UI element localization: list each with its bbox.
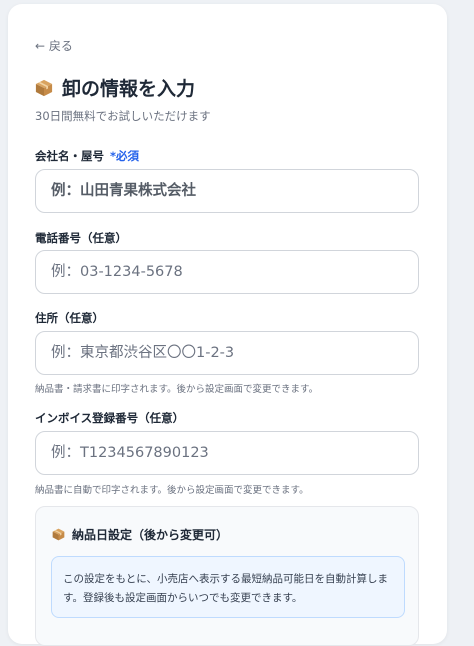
delivery-settings-header: 納品日設定（後から変更可） <box>52 526 228 543</box>
page-header: 卸の情報を入力 <box>35 74 195 101</box>
package-box-icon <box>52 528 65 541</box>
invoice-label: インボイス登録番号（任意） <box>35 411 185 425</box>
delivery-settings-section: 納品日設定（後から変更可） この設定をもとに、小売店へ表示する最短納品可能日を自… <box>35 506 419 646</box>
address-label: 住所（任意） <box>35 311 104 325</box>
page-subtitle: 30日間無料でお試しいただけます <box>35 109 211 123</box>
page-title: 卸の情報を入力 <box>62 78 196 100</box>
phone-input[interactable] <box>35 250 419 294</box>
required-mark: *必須 <box>110 149 140 163</box>
package-box-icon <box>35 79 53 96</box>
delivery-settings-title: 納品日設定（後から変更可） <box>72 528 229 542</box>
address-hint: 納品書・請求書に印字されます。後から設定画面で変更できます。 <box>35 384 319 395</box>
invoice-number-input[interactable] <box>35 431 419 475</box>
invoice-hint: 納品書に自動で印字されます。後から設定画面で変更できます。 <box>35 485 309 496</box>
delivery-info-box: この設定をもとに、小売店へ表示する最短納品可能日を自動計算します。登録後も設定画… <box>51 556 405 618</box>
phone-label: 電話番号（任意） <box>35 231 127 245</box>
company-name-input[interactable] <box>35 169 419 213</box>
address-input[interactable] <box>35 331 419 375</box>
back-link[interactable]: ← 戻る <box>35 37 73 54</box>
form-card: ← 戻る 卸の情報を入力 30日間無料でお試しいただけます 会社名・屋号 *必須… <box>8 4 447 646</box>
company-label: 会社名・屋号 *必須 <box>35 148 139 164</box>
company-label-text: 会社名・屋号 <box>35 149 104 163</box>
